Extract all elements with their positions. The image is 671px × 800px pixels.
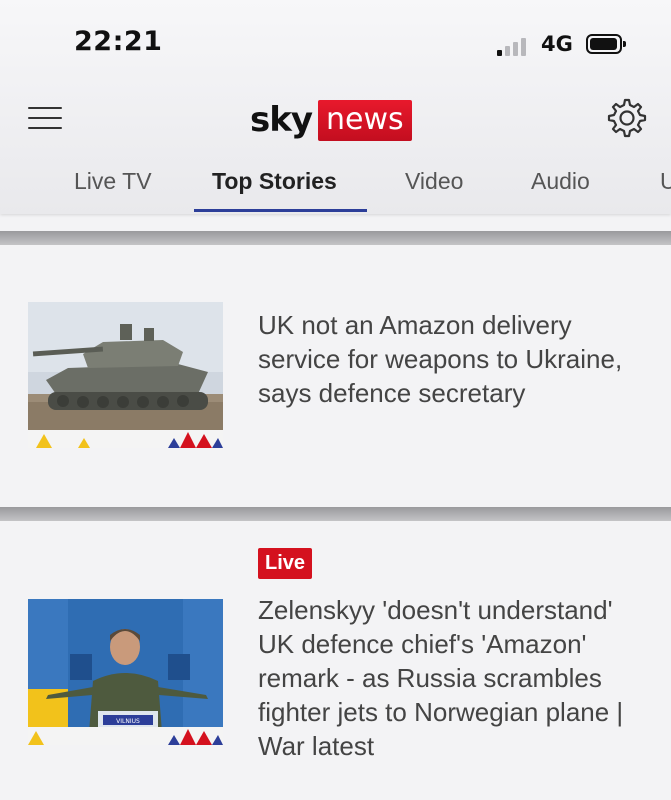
signal-strength-icon [497,36,533,56]
tab-audio[interactable]: Audio [531,168,590,195]
podium-text: VILNIUS [116,718,140,725]
network-type: 4G [541,32,573,56]
hamburger-menu-icon[interactable] [28,107,62,129]
story-card[interactable]: UK not an Amazon delivery service for we… [0,245,671,507]
app-screen: 22:21 4G sky news Live TV Top Stories Vi… [0,0,671,800]
active-tab-indicator [194,209,367,212]
app-header: 22:21 4G sky news Live TV Top Stories Vi… [0,0,671,214]
section-tabs: Live TV Top Stories Video Audio U [0,168,671,214]
story-headline[interactable]: Zelenskyy 'doesn't understand' UK defenc… [258,593,648,763]
logo-sky-text: sky [250,100,313,140]
tab-video[interactable]: Video [405,168,463,195]
section-divider [0,231,671,245]
battery-icon [586,34,626,54]
story-thumbnail-zelenskyy[interactable]: VILNIUS [28,599,223,745]
live-badge: Live [258,548,313,579]
sky-news-logo: sky news [250,99,412,141]
tab-more-partial[interactable]: U [660,168,671,195]
settings-gear-icon[interactable] [606,97,648,139]
tab-top-stories[interactable]: Top Stories [212,168,337,195]
story-card[interactable]: Live VILNIUS Zelenskyy 'doesn't understa… [0,521,671,800]
tab-live-tv[interactable]: Live TV [74,168,152,195]
status-time: 22:21 [74,26,163,57]
story-thumbnail-tank[interactable] [28,302,223,448]
section-divider [0,507,671,521]
story-headline[interactable]: UK not an Amazon delivery service for we… [258,308,648,410]
logo-news-text: news [318,99,412,141]
